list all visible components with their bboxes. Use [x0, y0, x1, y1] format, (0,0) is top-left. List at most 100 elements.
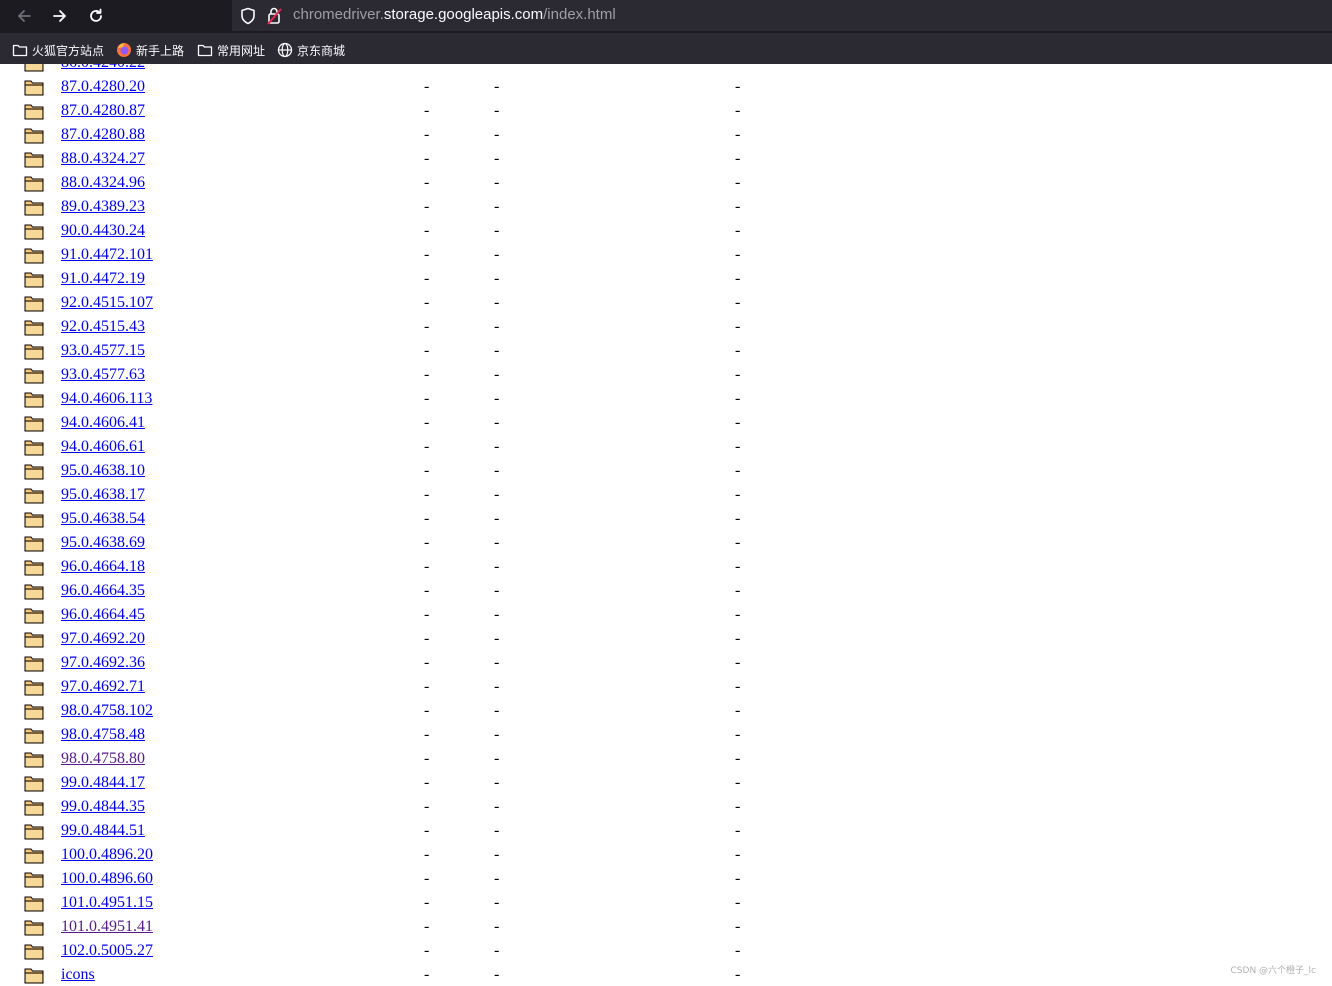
- folder-link[interactable]: 96.0.4664.45: [61, 606, 145, 624]
- placeholder-dash: -: [424, 438, 430, 455]
- folder-link[interactable]: 98.0.4758.48: [61, 726, 145, 744]
- forward-button[interactable]: [48, 4, 72, 28]
- insecure-lock-icon[interactable]: [266, 6, 284, 26]
- folder-link[interactable]: 89.0.4389.23: [61, 198, 145, 216]
- placeholder-dash: -: [424, 366, 430, 383]
- table-row: 98.0.4758.80 - - -: [0, 747, 800, 771]
- placeholder-dash: -: [494, 510, 500, 527]
- placeholder-dash: -: [494, 702, 500, 719]
- folder-icon: [24, 966, 44, 984]
- back-button[interactable]: [12, 4, 36, 28]
- folder-link[interactable]: 91.0.4472.101: [61, 246, 153, 264]
- folder-icon: [24, 126, 44, 144]
- placeholder-dash: -: [424, 894, 430, 911]
- bookmark-getting-started[interactable]: 新手上路: [116, 41, 184, 59]
- shield-icon[interactable]: [240, 7, 256, 25]
- table-row: 101.0.4951.15 - - -: [0, 891, 800, 915]
- folder-link[interactable]: 88.0.4324.96: [61, 174, 145, 192]
- table-row: 95.0.4638.17 - - -: [0, 483, 800, 507]
- bookmark-firefox-official[interactable]: 火狐官方站点: [12, 41, 104, 59]
- folder-link[interactable]: 96.0.4664.18: [61, 558, 145, 576]
- bookmark-jd-mall[interactable]: 京东商城: [277, 41, 345, 59]
- placeholder-dash: -: [494, 78, 500, 95]
- reload-button[interactable]: [84, 4, 108, 28]
- placeholder-dash: -: [735, 342, 741, 359]
- folder-link[interactable]: 94.0.4606.113: [61, 390, 152, 408]
- bookmark-common-sites[interactable]: 常用网址: [197, 41, 265, 59]
- folder-link[interactable]: 93.0.4577.15: [61, 342, 145, 360]
- folder-link[interactable]: 95.0.4638.17: [61, 486, 145, 504]
- folder-icon: [24, 198, 44, 216]
- folder-link[interactable]: 87.0.4280.88: [61, 126, 145, 144]
- table-row: 94.0.4606.41 - - -: [0, 411, 800, 435]
- folder-icon: [24, 870, 44, 888]
- placeholder-dash: -: [735, 198, 741, 215]
- folder-link[interactable]: 93.0.4577.63: [61, 366, 145, 384]
- folder-link[interactable]: 94.0.4606.41: [61, 414, 145, 432]
- folder-link[interactable]: 100.0.4896.60: [61, 870, 153, 888]
- folder-link[interactable]: 99.0.4844.51: [61, 822, 145, 840]
- folder-link[interactable]: 100.0.4896.20: [61, 846, 153, 864]
- folder-link[interactable]: 98.0.4758.80: [61, 750, 145, 768]
- folder-icon: [24, 750, 44, 768]
- folder-link[interactable]: 98.0.4758.102: [61, 702, 153, 720]
- table-row: 99.0.4844.17 - - -: [0, 771, 800, 795]
- folder-link[interactable]: 94.0.4606.61: [61, 438, 145, 456]
- folder-link[interactable]: 101.0.4951.15: [61, 894, 153, 912]
- folder-link[interactable]: 99.0.4844.35: [61, 798, 145, 816]
- table-row: 98.0.4758.48 - - -: [0, 723, 800, 747]
- folder-link[interactable]: 102.0.5005.27: [61, 942, 153, 960]
- folder-icon: [24, 78, 44, 96]
- placeholder-dash: -: [735, 462, 741, 479]
- placeholder-dash: -: [424, 414, 430, 431]
- folder-icon: [24, 606, 44, 624]
- folder-icon: [24, 702, 44, 720]
- bookmark-label: 京东商城: [297, 43, 346, 58]
- placeholder-dash: -: [735, 126, 741, 143]
- folder-link[interactable]: 97.0.4692.36: [61, 654, 145, 672]
- folder-link[interactable]: 101.0.4951.41: [61, 918, 153, 936]
- folder-icon: [24, 486, 44, 504]
- folder-link[interactable]: 95.0.4638.69: [61, 534, 145, 552]
- folder-link[interactable]: 88.0.4324.27: [61, 150, 145, 168]
- folder-link[interactable]: 86.0.4240.22: [61, 64, 145, 72]
- url-bar[interactable]: chromedriver.storage.googleapis.com/inde…: [232, 0, 1332, 31]
- folder-link[interactable]: 91.0.4472.19: [61, 270, 145, 288]
- placeholder-dash: -: [494, 726, 500, 743]
- placeholder-dash: -: [424, 774, 430, 791]
- placeholder-dash: -: [424, 918, 430, 935]
- folder-icon: [24, 294, 44, 312]
- folder-link[interactable]: 90.0.4430.24: [61, 222, 145, 240]
- folder-icon: [24, 414, 44, 432]
- folder-link[interactable]: 92.0.4515.43: [61, 318, 145, 336]
- placeholder-dash: -: [494, 942, 500, 959]
- folder-link[interactable]: 92.0.4515.107: [61, 294, 153, 312]
- firefox-icon: [117, 43, 131, 57]
- url-text[interactable]: chromedriver.storage.googleapis.com/inde…: [293, 6, 616, 24]
- folder-icon: [24, 510, 44, 528]
- folder-link[interactable]: 97.0.4692.71: [61, 678, 145, 696]
- table-row: 92.0.4515.43 - - -: [0, 315, 800, 339]
- folder-link[interactable]: 96.0.4664.35: [61, 582, 145, 600]
- placeholder-dash: -: [735, 102, 741, 119]
- folder-link[interactable]: icons: [61, 966, 95, 984]
- url-host: storage.googleapis.com: [383, 6, 544, 23]
- table-row: 96.0.4664.45 - - -: [0, 603, 800, 627]
- placeholder-dash: -: [494, 318, 500, 335]
- placeholder-dash: -: [494, 486, 500, 503]
- folder-icon: [24, 942, 44, 960]
- placeholder-dash: -: [494, 414, 500, 431]
- folder-link[interactable]: 87.0.4280.87: [61, 102, 145, 120]
- placeholder-dash: -: [424, 342, 430, 359]
- placeholder-dash: -: [424, 102, 430, 119]
- folder-link[interactable]: 87.0.4280.20: [61, 78, 145, 96]
- folder-link[interactable]: 97.0.4692.20: [61, 630, 145, 648]
- folder-icon: [12, 44, 28, 57]
- folder-link[interactable]: 99.0.4844.17: [61, 774, 145, 792]
- folder-link[interactable]: 95.0.4638.10: [61, 462, 145, 480]
- placeholder-dash: -: [735, 390, 741, 407]
- folder-link[interactable]: 95.0.4638.54: [61, 510, 145, 528]
- table-row: 95.0.4638.54 - - -: [0, 507, 800, 531]
- placeholder-dash: -: [424, 606, 430, 623]
- placeholder-dash: -: [735, 966, 741, 983]
